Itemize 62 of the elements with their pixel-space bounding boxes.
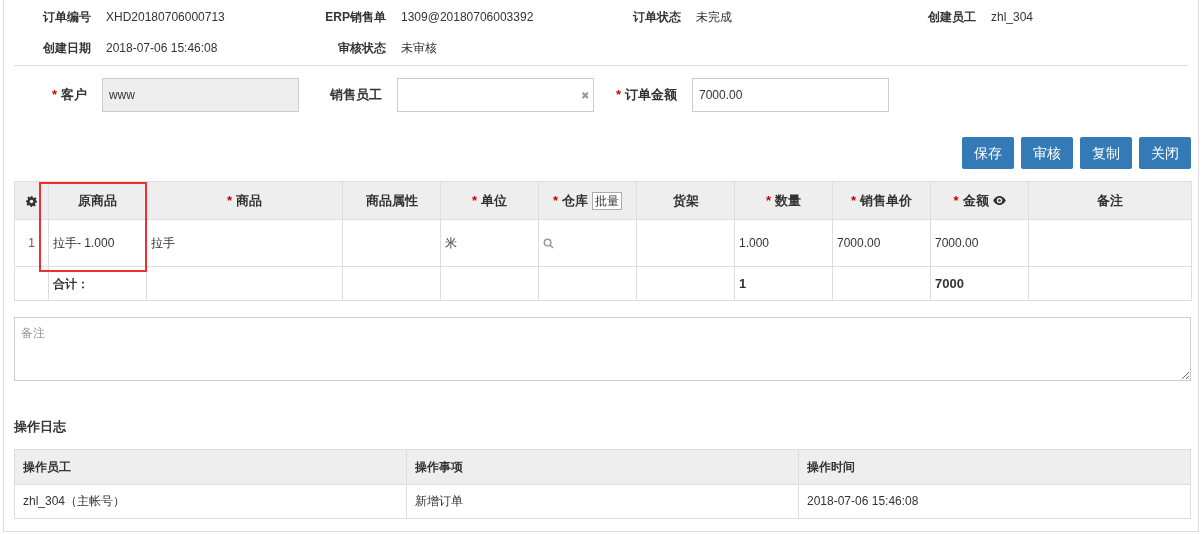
field-value: zhl_304 [991,9,1034,26]
required-mark: * [51,86,57,105]
field-value: XHD20180706000713 [106,9,225,26]
column-header: 操作事项 [415,459,463,474]
action-button[interactable]: 复制 [1080,137,1132,169]
required-mark: * [953,191,959,210]
field-label: ERP销售单 [324,9,386,26]
required-mark: * [471,191,478,210]
remarks-field[interactable]: 备注 [14,317,1191,381]
field-value: 1309@20180706003392 [401,9,534,26]
required-mark: * [615,86,621,105]
field-label: 创建日期 [42,40,91,57]
table-cell: 1 [28,236,35,250]
table-cell: 7000.00 [935,236,979,250]
column-header: 商品属性 [365,191,418,210]
input-field[interactable]: 7000.00 [691,78,889,112]
table-cell: 新增订单 [415,494,463,508]
action-button[interactable]: 保存 [962,137,1014,169]
batch-button[interactable]: 批量 [592,191,623,210]
column-header: 原商品 [78,191,117,210]
column-header: 操作时间 [807,459,855,474]
field-label: 审核状态 [337,40,386,57]
field-value: 未完成 [696,9,732,26]
settings-icon[interactable] [26,195,37,207]
table-cell: zhl_304（主帐号） [23,494,126,508]
search-icon[interactable] [543,237,554,249]
required-mark: * [226,191,233,210]
table-cell: 7000 [935,275,964,291]
column-header: 商品 [236,191,263,210]
table-cell: 米 [445,236,457,250]
table-cell: 拉手- 1.000 [53,236,115,250]
required-mark: * [765,191,772,210]
action-button[interactable]: 关闭 [1139,137,1191,169]
field-value: 未审核 [401,40,437,57]
table-cell: 1.000 [739,236,770,250]
action-button[interactable]: 审核 [1021,137,1073,169]
section-title: 操作日志 [14,418,67,436]
column-header: 操作员工 [23,459,71,474]
table-cell: 2018-07-06 15:46:08 [807,494,919,508]
field-label: 客户 [60,86,87,105]
field-label: 订单编号 [41,9,91,26]
input-field[interactable]: ✖ [396,78,594,112]
field-label: 订单金额 [624,86,677,105]
field-label: 销售员工 [329,86,382,105]
column-header: 单位 [481,191,508,210]
required-mark: * [552,191,559,210]
table-cell: 7000.00 [837,236,881,250]
column-header: 仓库 [562,191,589,210]
required-mark: * [850,191,857,210]
field-label: 订单状态 [631,9,681,26]
table-cell: 1 [739,275,747,291]
total-label: 合计： [53,276,89,291]
eye-icon[interactable] [992,196,1006,205]
field-label: 创建员工 [927,9,976,26]
table-cell: 拉手 [151,236,175,250]
column-header: 备注 [1097,191,1123,210]
column-header: 货架 [672,191,699,210]
clear-icon[interactable]: ✖ [581,87,589,103]
column-header: 金额 [962,191,989,210]
field-value: 2018-07-06 15:46:08 [106,40,218,57]
column-header: 销售单价 [860,191,913,210]
column-header: 数量 [775,191,802,210]
